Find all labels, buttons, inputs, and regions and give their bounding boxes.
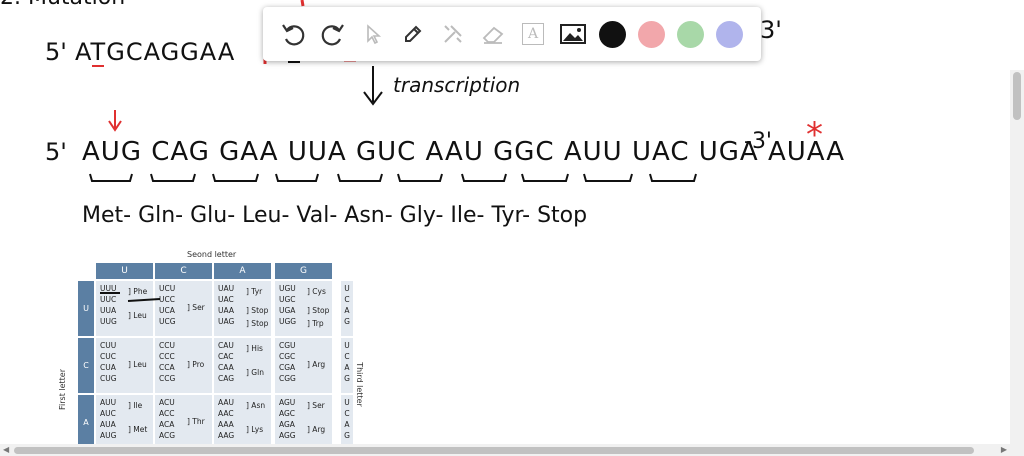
color-swatch-1[interactable] — [599, 20, 626, 48]
redo-icon — [321, 24, 344, 46]
amino-acid-label: ] Stop — [246, 306, 269, 315]
first-letter-C: C — [78, 338, 94, 393]
amino-acid-label: ] Leu — [128, 311, 147, 320]
color-swatch-3[interactable] — [677, 20, 704, 48]
undo-icon — [282, 24, 305, 46]
scroll-right-icon[interactable]: ▶ — [1001, 445, 1007, 455]
dna-prefix: 5' — [45, 38, 67, 66]
amino-acid-label: ] Tyr — [246, 287, 263, 296]
second-letter-U: U — [96, 263, 153, 279]
dna-sequence: ATGCAGGAA — [75, 38, 235, 66]
second-letter-G: G — [275, 263, 332, 279]
transcription-label: transcription — [393, 73, 520, 97]
pen-icon — [405, 25, 422, 42]
amino-acid-label: ] Ser — [187, 303, 205, 312]
color-swatch-4[interactable] — [716, 20, 743, 48]
first-letter-U: U — [78, 281, 94, 336]
scroll-left-icon[interactable]: ◀ — [3, 445, 9, 455]
mutation-star: * — [806, 115, 823, 155]
tools-icon — [444, 25, 462, 43]
shapes-tool[interactable] — [433, 14, 473, 54]
amino-acid-label: ] Leu — [128, 360, 147, 369]
amino-acid-label: ] Cys — [307, 287, 326, 296]
amino-acid-label: ] Arg — [307, 360, 326, 369]
first-letter-A: A — [78, 395, 94, 450]
codon-brackets — [89, 173, 697, 182]
text-icon: A — [522, 23, 544, 45]
select-icon — [367, 24, 382, 45]
dna-end: 3' — [760, 16, 782, 44]
redo-button[interactable] — [313, 14, 353, 54]
amino-acid-label: ] Stop — [246, 319, 269, 328]
amino-acid-label: ] Ile — [128, 401, 143, 410]
mrna-end: -3' — [744, 129, 772, 154]
amino-acid-label: ] Trp — [307, 319, 324, 328]
mrna-prefix: 5' — [45, 138, 67, 166]
amino-acid-label: ] His — [246, 344, 263, 353]
notes-line-0: 2. Mutation — [0, 0, 125, 10]
amino-acid-label: ] Lys — [246, 425, 264, 434]
amino-acid-label: ] Gln — [246, 368, 264, 377]
undo-button[interactable] — [273, 14, 313, 54]
codon-table-title: Seond letter — [187, 250, 237, 259]
text-tool[interactable]: A — [513, 14, 553, 54]
amino-acid-label: ] Stop — [307, 306, 330, 315]
vertical-scroll-thumb[interactable] — [1013, 72, 1021, 120]
third-letter-cell: U C A G — [341, 395, 353, 450]
image-icon — [560, 24, 586, 44]
amino-acid-label: ] Thr — [187, 417, 205, 426]
eraser-icon — [482, 26, 504, 44]
amino-acid-label: ] Pro — [187, 360, 205, 369]
protein-sequence: Met- Gln- Glu- Leu- Val- Asn- Gly- Ile- … — [82, 203, 587, 228]
amino-acid-label: ] Met — [128, 425, 148, 434]
third-letter-cell: U C A G — [341, 281, 353, 336]
select-tool[interactable] — [353, 14, 393, 54]
pen-tool[interactable] — [393, 14, 433, 54]
codon-table: Seond letter First letter Third letter U… — [58, 250, 372, 450]
amino-acid-label: ] Arg — [307, 425, 326, 434]
color-swatch-2[interactable] — [638, 20, 665, 48]
horizontal-scroll-thumb[interactable] — [14, 447, 974, 454]
amino-acid-label: ] Asn — [246, 401, 266, 410]
second-letter-C: C — [155, 263, 212, 279]
second-letter-A: A — [214, 263, 271, 279]
amino-acid-label: ] Ser — [307, 401, 325, 410]
vertical-scrollbar[interactable] — [1010, 70, 1024, 456]
eraser-tool[interactable] — [473, 14, 513, 54]
image-tool[interactable] — [553, 14, 593, 54]
mrna-sequence: AUG CAG GAA UUA GUC AAU GGC AUU UAC UGA … — [82, 137, 845, 167]
handwritten-underline — [100, 292, 161, 302]
codon-cell: AUU AUC AUA AUG — [96, 395, 153, 450]
horizontal-scrollbar[interactable]: ◀ ▶ — [0, 444, 1010, 456]
third-letter-label: Third letter — [354, 362, 364, 407]
drawing-toolbar: A — [263, 7, 761, 61]
first-letter-label: First letter — [58, 368, 68, 411]
third-letter-cell: U C A G — [341, 338, 353, 393]
